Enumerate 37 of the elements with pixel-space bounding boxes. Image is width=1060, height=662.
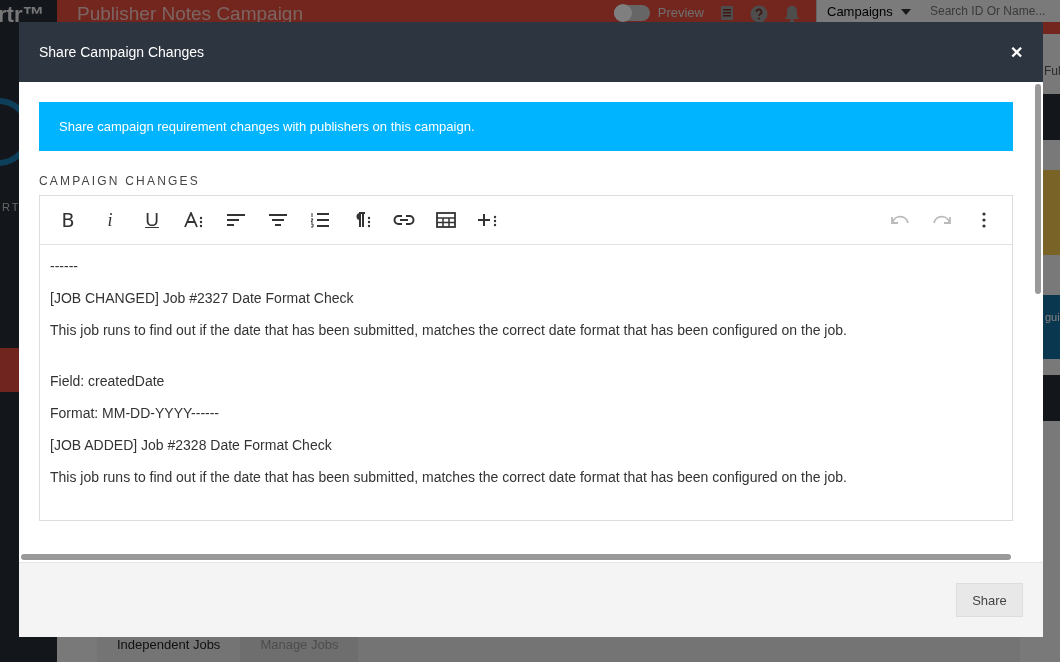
column-heading: Ful (1044, 64, 1060, 78)
horizontal-scrollbar[interactable] (21, 554, 1011, 560)
search-field[interactable]: Search ID Or Name... (920, 0, 1060, 22)
italic-button[interactable]: i (92, 203, 128, 237)
page-title: Publisher Notes Campaign (77, 3, 304, 25)
preview-label: Preview (657, 5, 704, 20)
editor-paragraph: Field: createdDate (50, 372, 166, 390)
logo-text: rtr™ (0, 2, 46, 28)
preview-toggle[interactable] (613, 5, 650, 21)
underline-button[interactable]: U (134, 203, 170, 237)
editor-paragraph: ------ (50, 257, 79, 275)
font-size-icon (184, 212, 204, 228)
editor-paragraph: This job runs to find out if the date that has been submitted, matches the correct date format that has been configured on the job. (50, 321, 848, 339)
rich-text-editor[interactable] (39, 195, 1013, 521)
editor-paragraph: Format: MM-DD-YYYY------ (50, 404, 221, 422)
editor-paragraph: This job runs to find out if the date that has been submitted, matches the correct date format that has been configured on the job. (50, 468, 848, 486)
redo-icon (932, 214, 952, 226)
section-label: CAMPAIGN CHANGES (39, 174, 201, 188)
vertical-scrollbar[interactable] (1035, 84, 1041, 294)
plus-icon (477, 212, 499, 228)
link-icon (393, 214, 415, 226)
bold-button[interactable]: B (50, 203, 86, 237)
numbered-list-icon (310, 212, 330, 228)
more-icon (982, 212, 986, 228)
editor-paragraph: [JOB CHANGED] Job #2327 Date Format Check (50, 289, 355, 307)
table-icon (436, 212, 456, 228)
caret-icon (900, 9, 911, 15)
panel-text: gui (1045, 311, 1060, 323)
brand-text: RT (2, 201, 22, 213)
info-text: Share campaign requirement changes with publishers on this campaign. (59, 119, 475, 134)
undo-icon (890, 214, 910, 226)
dialog-title: Share Campaign Changes (39, 44, 204, 60)
editor-paragraph: [JOB ADDED] Job #2328 Date Format Check (50, 436, 333, 454)
share-button[interactable]: Share (956, 583, 1023, 617)
close-button[interactable]: ✕ (1010, 42, 1023, 62)
align-left-icon (226, 213, 246, 227)
align-center-icon (268, 213, 288, 227)
